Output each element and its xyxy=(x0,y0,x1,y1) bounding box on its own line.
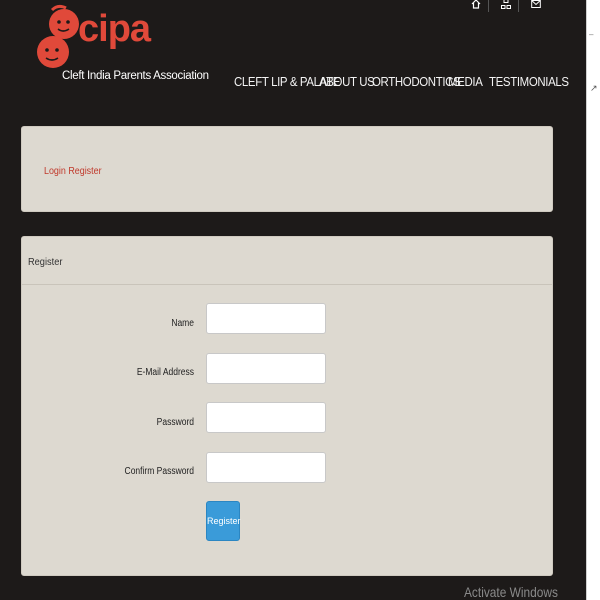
browser-side-strip: – ↗ xyxy=(586,0,600,600)
name-field[interactable] xyxy=(206,303,326,334)
mail-icon[interactable] xyxy=(528,0,544,13)
confirm-password-label: Confirm Password xyxy=(124,466,194,477)
password-field[interactable] xyxy=(206,402,326,433)
sitemap-icon[interactable] xyxy=(498,0,514,13)
top-divider xyxy=(488,0,489,12)
email-label: E-Mail Address xyxy=(136,367,194,378)
email-field[interactable] xyxy=(206,353,326,384)
home-icon[interactable] xyxy=(468,0,484,13)
confirm-password-field[interactable] xyxy=(206,452,326,483)
register-panel-header: Register xyxy=(22,237,552,285)
logo-subtitle: Cleft India Parents Association xyxy=(62,70,209,82)
name-label: Name xyxy=(171,318,194,329)
cipa-logo[interactable]: cipa Cleft India Parents Association xyxy=(36,2,209,86)
register-link[interactable]: Register xyxy=(68,165,101,177)
register-panel-title: Register xyxy=(28,256,63,268)
side-strip-arrow-icon: ↗ xyxy=(590,83,598,93)
auth-links-panel: Login Register xyxy=(21,126,553,212)
page: cipa Cleft India Parents Association CLE… xyxy=(0,0,586,600)
logo-wordmark: cipa xyxy=(78,8,151,50)
login-link[interactable]: Login xyxy=(44,165,66,177)
register-button[interactable]: Register xyxy=(206,501,241,541)
top-divider xyxy=(518,0,519,12)
auth-links: Login Register xyxy=(44,165,102,177)
password-label: Password xyxy=(156,417,194,428)
nav-about-us[interactable]: ABOUT US xyxy=(319,74,375,89)
register-panel: Register Name E-Mail Address Password Co… xyxy=(21,236,553,576)
activate-windows-watermark: Activate Windows xyxy=(464,584,558,600)
nav-media[interactable]: MEDIA xyxy=(448,74,483,89)
side-strip-marker-icon: – xyxy=(589,30,594,39)
nav-testimonials[interactable]: TESTIMONIALS xyxy=(489,74,569,89)
